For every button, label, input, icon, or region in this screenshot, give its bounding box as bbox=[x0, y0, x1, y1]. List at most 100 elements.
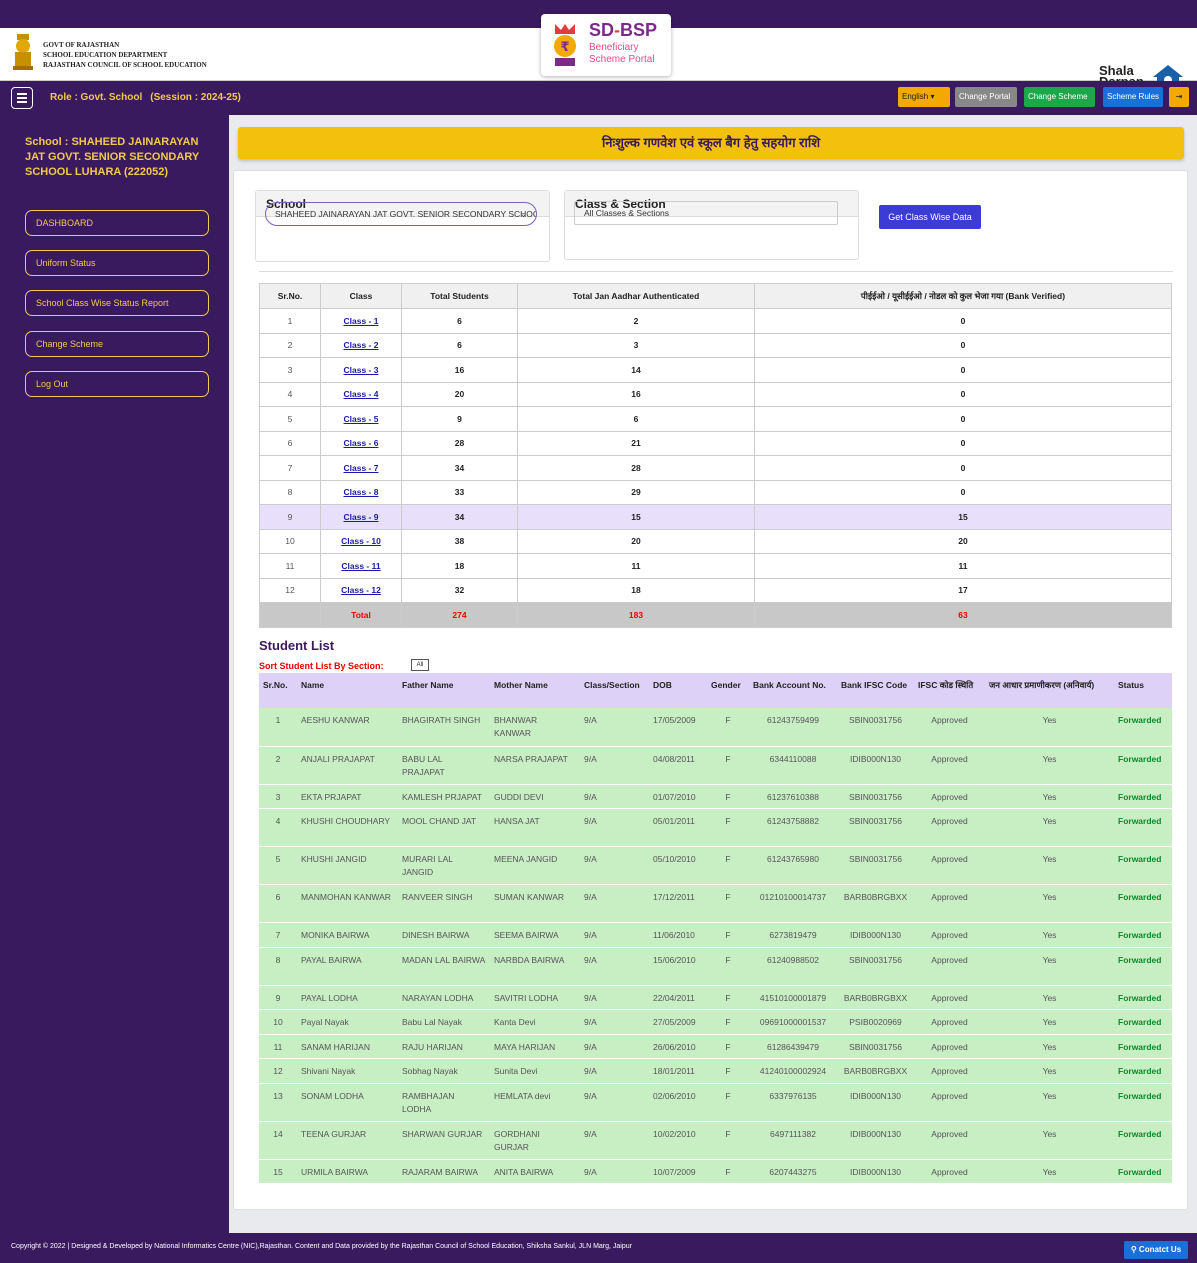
ifsc-code: IDIB000N130 bbox=[837, 1159, 914, 1184]
portal-title: SD-BSP bbox=[589, 20, 657, 41]
ifsc-code: SBIN0031756 bbox=[837, 708, 914, 747]
logout-icon[interactable]: ⇥ bbox=[1169, 87, 1189, 107]
col-header: Total Jan Aadhar Authenticated bbox=[517, 283, 755, 309]
dob: 05/01/2011 bbox=[649, 808, 707, 847]
mother-name: SUMAN KANWAR bbox=[490, 884, 580, 923]
forward-status: Forwarded bbox=[1114, 1159, 1172, 1184]
dob: 04/08/2011 bbox=[649, 746, 707, 785]
table-row: 7 MONIKA BAIRWA DINESH BAIRWA SEEMA BAIRWA 9… bbox=[259, 922, 1172, 948]
row-sent: 0 bbox=[754, 332, 1172, 358]
class-link[interactable]: Class - 1 bbox=[344, 316, 379, 326]
portal-title-b: BSP bbox=[620, 20, 658, 40]
dob: 15/06/2010 bbox=[649, 947, 707, 986]
class-link[interactable]: Class - 7 bbox=[344, 463, 379, 473]
student-list-table: Sr.No. Name Father Name Mother Name Clas… bbox=[259, 673, 1172, 1184]
school-select[interactable]: SHAHEED JAINARAYAN JAT GOVT. SENIOR SECO… bbox=[265, 202, 537, 226]
class-link[interactable]: Class - 3 bbox=[344, 365, 379, 375]
footer: Copyright © 2022 | Designed & Developed … bbox=[0, 1233, 1197, 1263]
table-row: 9 Class - 9 34 15 15 bbox=[259, 504, 1172, 530]
class-section: 9/A bbox=[580, 746, 649, 785]
hamburger-menu-button[interactable] bbox=[11, 87, 33, 109]
location-pin-icon: ⚲ bbox=[1130, 1245, 1137, 1254]
ifsc-status: Approved bbox=[914, 985, 985, 1010]
class-section: 9/A bbox=[580, 1058, 649, 1084]
sidebar-item-class-wise-report[interactable]: School Class Wise Status Report bbox=[25, 290, 209, 316]
aadhar-status: Yes bbox=[985, 846, 1114, 885]
class-link[interactable]: Class - 4 bbox=[344, 389, 379, 399]
ifsc-code: PSIB0020969 bbox=[837, 1009, 914, 1035]
row-class: Class - 7 bbox=[320, 455, 402, 481]
mother-name: HEMLATA devi bbox=[490, 1083, 580, 1122]
content-panel: School SHAHEED JAINARAYAN JAT GOVT. SENI… bbox=[233, 170, 1188, 1210]
row-total: 18 bbox=[401, 553, 518, 579]
class-link[interactable]: Class - 6 bbox=[344, 438, 379, 448]
language-select[interactable]: English ▾ bbox=[898, 87, 950, 107]
bank-account: 61237610388 bbox=[749, 784, 837, 809]
total-students: 274 bbox=[401, 602, 518, 628]
col-header: Mother Name bbox=[490, 673, 580, 708]
change-portal-button[interactable]: Change Portal bbox=[955, 87, 1017, 107]
col-header: DOB bbox=[649, 673, 707, 708]
get-class-wise-data-button[interactable]: Get Class Wise Data bbox=[879, 205, 981, 229]
table-row: 8 Class - 8 33 29 0 bbox=[259, 479, 1172, 505]
col-header: Class/Section bbox=[580, 673, 649, 708]
forward-status: Forwarded bbox=[1114, 846, 1172, 885]
student-sr: 9 bbox=[259, 985, 297, 1010]
student-name: ANJALI PRAJAPAT bbox=[297, 746, 398, 785]
mother-name: Kanta Devi bbox=[490, 1009, 580, 1035]
row-auth: 6 bbox=[517, 406, 755, 432]
forward-status: Forwarded bbox=[1114, 1058, 1172, 1084]
contact-us-button[interactable]: ⚲ Conatct Us bbox=[1124, 1241, 1188, 1259]
sidebar-item-dashboard[interactable]: DASHBOARD bbox=[25, 210, 209, 236]
gender: F bbox=[707, 846, 749, 885]
class-section: 9/A bbox=[580, 884, 649, 923]
gender: F bbox=[707, 884, 749, 923]
row-class: Class - 2 bbox=[320, 332, 402, 358]
aadhar-status: Yes bbox=[985, 922, 1114, 948]
change-scheme-button[interactable]: Change Scheme bbox=[1024, 87, 1095, 107]
row-sent: 0 bbox=[754, 479, 1172, 505]
sidebar-item-logout[interactable]: Log Out bbox=[25, 371, 209, 397]
table-row: 6 Class - 6 28 21 0 bbox=[259, 430, 1172, 456]
row-sr: 6 bbox=[259, 430, 321, 456]
row-auth: 16 bbox=[517, 381, 755, 407]
mother-name: ANITA BAIRWA bbox=[490, 1159, 580, 1184]
ifsc-code: SBIN0031756 bbox=[837, 784, 914, 809]
class-link[interactable]: Class - 11 bbox=[341, 561, 380, 571]
forward-status: Forwarded bbox=[1114, 1034, 1172, 1059]
ifsc-status: Approved bbox=[914, 1083, 985, 1122]
total-label: Total bbox=[320, 602, 402, 628]
table-row: 15 URMILA BAIRWA RAJARAM BAIRWA ANITA BAIRW… bbox=[259, 1159, 1172, 1184]
scheme-rules-button[interactable]: Scheme Rules bbox=[1103, 87, 1163, 107]
sidebar-item-uniform-status[interactable]: Uniform Status bbox=[25, 250, 209, 276]
table-row: 5 KHUSHI JANGID MURARI LAL JANGID MEENA JAN… bbox=[259, 846, 1172, 885]
ifsc-status: Approved bbox=[914, 884, 985, 923]
table-row: 1 AESHU KANWAR BHAGIRATH SINGH BHANWAR KANW… bbox=[259, 708, 1172, 747]
footer-copyright: Copyright © 2022 | Designed & Developed … bbox=[11, 1243, 632, 1250]
mother-name: SAVITRI LODHA bbox=[490, 985, 580, 1010]
father-name: SHARWAN GURJAR bbox=[398, 1121, 490, 1160]
class-link[interactable]: Class - 2 bbox=[344, 340, 379, 350]
sidebar-item-change-scheme[interactable]: Change Scheme bbox=[25, 331, 209, 357]
class-link[interactable]: Class - 8 bbox=[344, 487, 379, 497]
class-link[interactable]: Class - 10 bbox=[341, 536, 381, 546]
class-link[interactable]: Class - 12 bbox=[341, 585, 381, 595]
class-section: 9/A bbox=[580, 784, 649, 809]
ifsc-code: IDIB000N130 bbox=[837, 922, 914, 948]
govt-line-3: RAJASTHAN COUNCIL OF SCHOOL EDUCATION bbox=[43, 61, 207, 69]
class-link[interactable]: Class - 5 bbox=[344, 414, 379, 424]
father-name: NARAYAN LODHA bbox=[398, 985, 490, 1010]
class-section: 9/A bbox=[580, 1121, 649, 1160]
class-link[interactable]: Class - 9 bbox=[344, 512, 379, 522]
sort-all-button[interactable]: All bbox=[411, 659, 429, 671]
ifsc-code: SBIN0031756 bbox=[837, 808, 914, 847]
ifsc-code: IDIB000N130 bbox=[837, 1121, 914, 1160]
dob: 01/07/2010 bbox=[649, 784, 707, 809]
aadhar-status: Yes bbox=[985, 708, 1114, 747]
class-section: 9/A bbox=[580, 947, 649, 986]
student-sr: 1 bbox=[259, 708, 297, 747]
dob: 17/05/2009 bbox=[649, 708, 707, 747]
class-section-select[interactable]: All Classes & Sections bbox=[574, 201, 838, 225]
student-name: MANMOHAN KANWAR bbox=[297, 884, 398, 923]
gender: F bbox=[707, 922, 749, 948]
